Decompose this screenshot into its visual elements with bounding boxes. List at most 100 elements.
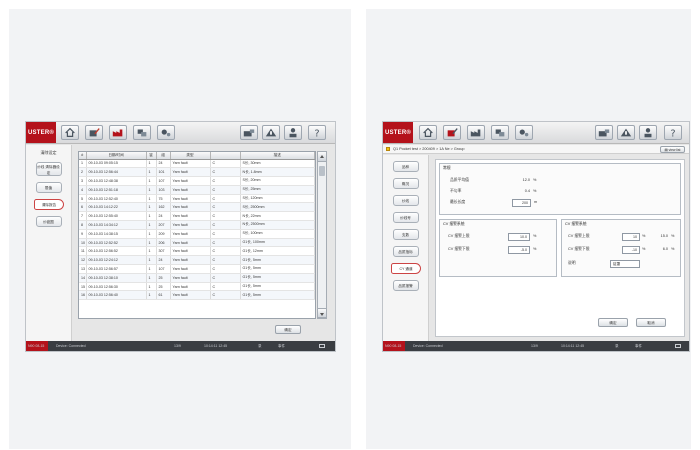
home-icon[interactable] xyxy=(419,125,437,140)
user-icon[interactable] xyxy=(284,125,302,140)
machine-icon[interactable] xyxy=(595,125,613,140)
table-row[interactable]: 14 09-10-03 12:38:10 1 25 Yarn fault C G1长, 5m… xyxy=(79,273,315,283)
nav-button-clearer-settings[interactable]: 纱线 清除器设定 xyxy=(35,162,62,176)
nav-button-clearing-report[interactable]: 清除报告 xyxy=(34,199,64,210)
max-length-input[interactable]: 200 xyxy=(512,199,531,207)
table-row[interactable]: 13 09-10-03 12:56:57 1 107 Yarn fault C G1长, 5… xyxy=(79,264,315,274)
table-row[interactable]: 6 09-10-03 14:12:22 1 162 Yarn fault C S长, 250… xyxy=(79,202,315,213)
status-events[interactable]: 事件 xyxy=(635,344,642,349)
screen-icon[interactable] xyxy=(675,344,681,348)
chevron-up-icon xyxy=(320,155,324,158)
cv-left-lower-input[interactable]: -5.0 xyxy=(508,246,530,254)
nav-item-overview[interactable]: 概况 xyxy=(392,178,419,189)
scroll-down-button[interactable] xyxy=(318,308,326,318)
table-row[interactable]: 7 09-10-03 12:55:40 1 24 Yarn fault C N长, 22mm xyxy=(79,211,315,222)
cv-right-upper-input[interactable]: 10 xyxy=(622,233,640,241)
cell-class: C xyxy=(210,194,241,204)
status-record[interactable]: 录 xyxy=(615,344,619,349)
alarm-icon[interactable] xyxy=(262,125,280,140)
ok-button[interactable]: 确定 xyxy=(598,318,628,327)
cell-datetime: 09-10-03 09:05:15 xyxy=(86,159,147,169)
table-row[interactable]: 1 09-10-03 09:05:15 1 24 Yarn fault C S长, 30mm xyxy=(79,159,315,169)
cell-spindle: 1 xyxy=(146,220,157,230)
cell-description: S长, 100mm xyxy=(240,229,315,239)
user-icon[interactable] xyxy=(639,125,657,140)
table-row[interactable]: 9 09-10-03 14:38:15 1 209 Yarn fault C S长, 100… xyxy=(79,229,315,239)
edit-icon[interactable] xyxy=(85,125,103,140)
cell-description: G1长, 100mm xyxy=(240,238,315,248)
cv-right-lower-input[interactable]: -10 xyxy=(622,246,640,254)
factory-icon[interactable] xyxy=(467,125,485,140)
fault-table: # 日期/时间 锭 组 类型 描述 1 09-10-03 09:05:15 1 24 Y… xyxy=(78,151,316,319)
alarm-icon[interactable] xyxy=(617,125,635,140)
view-list-button[interactable]: ▤ view list xyxy=(660,146,685,153)
cell-type: Yarn fault xyxy=(170,220,211,230)
cell-spindle: 1 xyxy=(146,290,157,301)
nav-button-fault-map[interactable]: 纱疵图 xyxy=(35,216,62,227)
chart-icon[interactable] xyxy=(133,125,151,140)
machine-icon[interactable] xyxy=(240,125,258,140)
table-row[interactable]: 16 09-10-03 12:56:40 1 61 Yarn fault C G1长, 5m… xyxy=(79,290,315,301)
cell-description: S长, 2500mm xyxy=(240,202,315,213)
table-row[interactable]: 11 09-10-03 12:56:52 1 307 Yarn fault C G1长, 1… xyxy=(79,246,315,257)
cell-type: Yarn fault xyxy=(170,238,211,248)
nav-item-quality-index[interactable]: 品质指标 xyxy=(392,246,419,257)
cell-description: S长, 30mm xyxy=(240,159,315,169)
table-row[interactable]: 5 09-10-03 12:52:40 1 75 Yarn fault C S长, 120m… xyxy=(79,194,315,204)
cell-group: 24 xyxy=(156,159,171,169)
table-row[interactable]: 3 09-10-03 12:48:38 1 107 Yarn fault C S长, 20m… xyxy=(79,176,315,186)
col-header-class xyxy=(210,152,241,160)
cv-right-upper-extra: 15.0 xyxy=(660,234,668,238)
nav-item-yarn[interactable]: 纱线 xyxy=(392,195,419,206)
cell-description: G1长, 5mm xyxy=(240,273,315,283)
cv-left-upper-input[interactable]: 10.0 xyxy=(508,233,530,241)
nav-item-quality-alarm[interactable]: 品质报警 xyxy=(392,280,419,291)
cell-index: 16 xyxy=(79,290,87,301)
cv-alarm-group-left: CV 报警系统 CV 报警上限 10.0 % CV 报警下限 -5.0 % xyxy=(439,219,557,277)
scroll-thumb[interactable] xyxy=(319,166,325,176)
table-row[interactable]: 10 09-10-03 12:52:52 1 206 Yarn fault C G1长, 1… xyxy=(79,238,315,248)
right-nav: 品种 概况 纱线 纱线号 支数 品质指标 CY 通道 品质报警 xyxy=(383,155,429,341)
screen-icon[interactable] xyxy=(319,344,325,348)
help-icon[interactable]: ? xyxy=(308,125,326,140)
nav-item-variety[interactable]: 品种 xyxy=(392,161,419,172)
factory-icon[interactable] xyxy=(109,125,127,140)
cell-group: 107 xyxy=(156,264,171,274)
cell-description: G1长, 5mm xyxy=(240,282,315,292)
chart-icon[interactable] xyxy=(491,125,509,140)
status-date: 13/9 xyxy=(531,344,538,348)
scroll-up-button[interactable] xyxy=(318,152,326,162)
cv-right-note-label: 说明 xyxy=(568,261,576,265)
cell-type: Yarn fault xyxy=(170,167,211,178)
cell-datetime: 09-10-03 14:34:12 xyxy=(86,220,147,230)
table-row[interactable]: 8 09-10-03 14:34:12 1 207 Yarn fault C N长, 250… xyxy=(79,220,315,230)
nav-item-cy-channel[interactable]: CY 通道 xyxy=(391,263,421,274)
table-row[interactable]: 12 09-10-03 12:24:12 1 24 Yarn fault C G1长, 5m… xyxy=(79,255,315,266)
breadcrumb-path[interactable]: Q1 Pocket test > 200409 > 1A Ne > Group xyxy=(393,147,464,151)
edit-icon[interactable] xyxy=(443,125,461,140)
status-events[interactable]: 事件 xyxy=(278,344,285,349)
cell-spindle: 1 xyxy=(146,282,157,292)
table-row[interactable]: 2 09-10-03 12:56:44 1 101 Yarn fault C N长, 1.8… xyxy=(79,167,315,178)
settings-icon[interactable] xyxy=(157,125,175,140)
confirm-button[interactable]: 确定 xyxy=(275,325,301,334)
nav-button-limits[interactable]: 限值 xyxy=(35,182,62,193)
table-row[interactable]: 15 09-10-03 12:56:30 1 25 Yarn fault C G1长, 5m… xyxy=(79,282,315,292)
cell-description: N长, 22mm xyxy=(240,211,315,222)
cv-right-note-input[interactable]: 锭罩 xyxy=(610,260,640,268)
nav-item-count[interactable]: 支数 xyxy=(392,229,419,240)
nav-item-yarn-number[interactable]: 纱线号 xyxy=(392,212,419,223)
home-icon[interactable] xyxy=(61,125,79,140)
status-record[interactable]: 录 xyxy=(258,344,262,349)
cv-alarm-group-right: CV 报警系统 CV 报警上限 10 % 15.0 % CV 报警下限 -10 … xyxy=(561,219,681,277)
help-icon[interactable]: ? xyxy=(664,125,682,140)
cancel-button[interactable]: 取消 xyxy=(636,318,666,327)
settings-icon[interactable] xyxy=(515,125,533,140)
table-row[interactable]: 4 09-10-03 12:51:18 1 103 Yarn fault C S长, 25m… xyxy=(79,185,315,195)
cell-group: 75 xyxy=(156,194,171,204)
table-scrollbar[interactable] xyxy=(317,151,327,319)
cell-spindle: 1 xyxy=(146,167,157,178)
status-date: 13/9 xyxy=(174,344,181,348)
status-time: 10:14:11 12:45 xyxy=(561,344,585,348)
cell-group: 25 xyxy=(156,282,171,292)
